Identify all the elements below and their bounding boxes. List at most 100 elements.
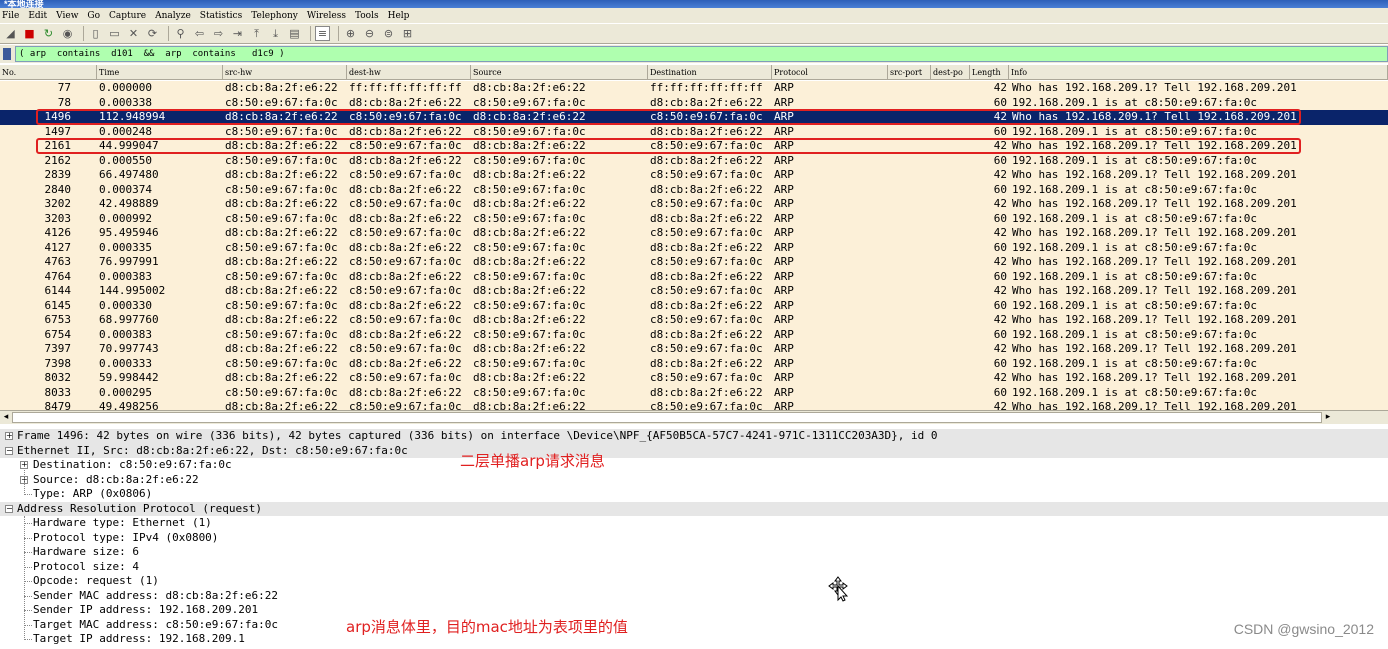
tree-arp-field[interactable]: Hardware type: Ethernet (1) [0, 516, 1388, 531]
last-packet-icon[interactable]: ⤓ [268, 26, 283, 41]
zoom-out-icon[interactable]: ⊖ [362, 26, 377, 41]
tree-arp-field[interactable]: Hardware size: 6 [0, 545, 1388, 560]
column-header-protocol[interactable]: Protocol [772, 65, 888, 80]
tree-arp[interactable]: − Address Resolution Protocol (request) [0, 501, 1388, 516]
packet-cell-src-hw: d8:cb:8a:2f:e6:22 [225, 371, 338, 384]
zoom-normal-icon[interactable]: ⊜ [381, 26, 396, 41]
menu-item-go[interactable]: Go [87, 11, 100, 21]
packet-row[interactable]: 4764 0.000383 c8:50:e9:67:fa:0c d8:cb:8a:2f… [0, 269, 1388, 284]
resize-columns-icon[interactable]: ⊞ [400, 26, 415, 41]
menu-item-statistics[interactable]: Statistics [200, 11, 242, 21]
zoom-in-icon[interactable]: ⊕ [343, 26, 358, 41]
column-header-src-port[interactable]: src-port [888, 65, 931, 80]
packet-cell-protocol: ARP [774, 284, 794, 297]
tree-arp-field[interactable]: Protocol size: 4 [0, 560, 1388, 575]
packet-row[interactable]: 6144 144.995002 d8:cb:8a:2f:e6:22 c8:50:e9:… [0, 284, 1388, 299]
packet-cell-protocol: ARP [774, 168, 794, 181]
column-header-info[interactable]: Info [1009, 65, 1388, 80]
autoscroll-icon[interactable]: ▤ [287, 26, 302, 41]
tree-ethernet[interactable]: − Ethernet II, Src: d8:cb:8a:2f:e6:22, D… [0, 443, 1388, 458]
packet-row[interactable]: 8033 0.000295 c8:50:e9:67:fa:0c d8:cb:8a:2f… [0, 385, 1388, 400]
packet-row[interactable]: 1497 0.000248 c8:50:e9:67:fa:0c d8:cb:8a:2f… [0, 124, 1388, 139]
reload-file-icon[interactable]: ⟳ [145, 26, 160, 41]
packet-row[interactable]: 3203 0.000992 c8:50:e9:67:fa:0c d8:cb:8a:2f… [0, 211, 1388, 226]
tree-arp-field[interactable]: Sender IP address: 192.168.209.201 [0, 603, 1388, 618]
packet-row[interactable]: 3202 42.498889 d8:cb:8a:2f:e6:22 c8:50:e9:6… [0, 197, 1388, 212]
scroll-right-icon[interactable]: ▸ [1322, 411, 1334, 424]
bookmark-filter-icon[interactable] [3, 48, 11, 60]
packet-cell-dest-hw: c8:50:e9:67:fa:0c [349, 255, 462, 268]
packet-cell-info: 192.168.209.1 is at c8:50:e9:67:fa:0c [1012, 298, 1258, 312]
packet-row[interactable]: 2161 44.999047 d8:cb:8a:2f:e6:22 c8:50:e9:6… [0, 139, 1388, 154]
menu-item-telephony[interactable]: Telephony [251, 11, 298, 21]
menu-item-wireless[interactable]: Wireless [307, 11, 346, 21]
tree-arp-field-label: Sender IP address: 192.168.209.201 [33, 603, 259, 616]
menu-item-edit[interactable]: Edit [28, 11, 47, 21]
packet-row[interactable]: 4126 95.495946 d8:cb:8a:2f:e6:22 c8:50:e9:6… [0, 226, 1388, 241]
packet-cell-info: 192.168.209.1 is at c8:50:e9:67:fa:0c [1012, 153, 1258, 167]
menu-item-tools[interactable]: Tools [355, 11, 379, 21]
tree-arp-field[interactable]: Target MAC address: c8:50:e9:67:fa:0c [0, 618, 1388, 633]
shark-fin-start-icon[interactable]: ◢ [3, 26, 18, 41]
find-packet-icon[interactable]: ⚲ [173, 26, 188, 41]
packet-row[interactable]: 6754 0.000383 c8:50:e9:67:fa:0c d8:cb:8a:2f… [0, 327, 1388, 342]
packet-row[interactable]: 2840 0.000374 c8:50:e9:67:fa:0c d8:cb:8a:2f… [0, 182, 1388, 197]
menu-item-analyze[interactable]: Analyze [155, 11, 191, 21]
go-to-packet-icon[interactable]: ⇥ [230, 26, 245, 41]
column-header-dest-hw[interactable]: dest-hw [347, 65, 471, 80]
go-back-icon[interactable]: ⇦ [192, 26, 207, 41]
display-filter-input[interactable]: ( arp contains d101 && arp contains d1c9… [15, 46, 1388, 62]
tree-frame[interactable]: + Frame 1496: 42 bytes on wire (336 bits… [0, 429, 1388, 444]
packet-row[interactable]: 4763 76.997991 d8:cb:8a:2f:e6:22 c8:50:e9:6… [0, 255, 1388, 270]
packet-row[interactable]: 8032 59.998442 d8:cb:8a:2f:e6:22 c8:50:e9:6… [0, 371, 1388, 386]
packet-row[interactable]: 1496 112.948994 d8:cb:8a:2f:e6:22 c8:50:e9:… [0, 110, 1388, 125]
column-header-time[interactable]: Time [97, 65, 223, 80]
packet-row[interactable]: 6145 0.000330 c8:50:e9:67:fa:0c d8:cb:8a:2f… [0, 298, 1388, 313]
column-header-dest-po[interactable]: dest-po [931, 65, 970, 80]
tree-eth-type[interactable]: Type: ARP (0x0806) [0, 487, 1388, 502]
packet-row[interactable]: 77 0.000000 d8:cb:8a:2f:e6:22 ff:ff:ff:ff:f… [0, 81, 1388, 96]
restart-capture-icon[interactable]: ↻ [41, 26, 56, 41]
packet-cell-src-hw: c8:50:e9:67:fa:0c [225, 385, 338, 399]
tree-arp-field[interactable]: Target IP address: 192.168.209.1 [0, 632, 1388, 647]
tree-eth-destination[interactable]: + Destination: c8:50:e9:67:fa:0c [0, 458, 1388, 473]
first-packet-icon[interactable]: ⤒ [249, 26, 264, 41]
packet-cell-src-hw: d8:cb:8a:2f:e6:22 [225, 342, 338, 355]
column-header-source[interactable]: Source [471, 65, 648, 80]
packet-row[interactable]: 2162 0.000550 c8:50:e9:67:fa:0c d8:cb:8a:2f… [0, 153, 1388, 168]
packet-row[interactable]: 78 0.000338 c8:50:e9:67:fa:0c d8:cb:8a:2f:e… [0, 95, 1388, 110]
menu-item-file[interactable]: File [2, 11, 19, 21]
column-header-length[interactable]: Length [970, 65, 1009, 80]
packet-cell-destination: c8:50:e9:67:fa:0c [650, 284, 763, 297]
close-file-icon[interactable]: ✕ [126, 26, 141, 41]
scroll-thumb[interactable] [12, 412, 1322, 423]
scroll-left-icon[interactable]: ◂ [0, 411, 12, 424]
tree-arp-field[interactable]: Sender MAC address: d8:cb:8a:2f:e6:22 [0, 589, 1388, 604]
tree-arp-field[interactable]: Protocol type: IPv4 (0x0800) [0, 531, 1388, 546]
packet-row[interactable]: 2839 66.497480 d8:cb:8a:2f:e6:22 c8:50:e9:6… [0, 168, 1388, 183]
column-header-destination[interactable]: Destination [648, 65, 772, 80]
packet-row[interactable]: 4127 0.000335 c8:50:e9:67:fa:0c d8:cb:8a:2f… [0, 240, 1388, 255]
menu-item-capture[interactable]: Capture [109, 11, 146, 21]
packet-cell-dest-hw: ff:ff:ff:ff:ff:ff [349, 81, 462, 94]
tree-eth-source[interactable]: + Source: d8:cb:8a:2f:e6:22 [0, 473, 1388, 488]
go-forward-icon[interactable]: ⇨ [211, 26, 226, 41]
stop-capture-icon[interactable]: ■ [22, 26, 37, 41]
colorize-icon[interactable]: ≡ [315, 26, 330, 41]
capture-options-icon[interactable]: ◉ [60, 26, 75, 41]
open-file-icon[interactable]: ▯ [88, 26, 103, 41]
packet-row[interactable]: 7397 70.997743 d8:cb:8a:2f:e6:22 c8:50:e9:6… [0, 342, 1388, 357]
column-header-no[interactable]: No. [0, 65, 97, 80]
menu-item-view[interactable]: View [56, 11, 78, 21]
tree-arp-field[interactable]: Opcode: request (1) [0, 574, 1388, 589]
save-file-icon[interactable]: ▭ [107, 26, 122, 41]
collapse-icon[interactable]: − [5, 446, 13, 455]
column-header-src-hw[interactable]: src-hw [223, 65, 347, 80]
packet-row[interactable]: 6753 68.997760 d8:cb:8a:2f:e6:22 c8:50:e9:6… [0, 313, 1388, 328]
packet-list-hscrollbar[interactable]: ◂ ▸ [0, 410, 1388, 424]
packet-cell-protocol: ARP [774, 124, 794, 138]
packet-row[interactable]: 7398 0.000333 c8:50:e9:67:fa:0c d8:cb:8a:2f… [0, 356, 1388, 371]
menu-item-help[interactable]: Help [388, 11, 410, 21]
expand-icon[interactable]: + [5, 432, 13, 440]
collapse-icon[interactable]: − [5, 504, 13, 513]
